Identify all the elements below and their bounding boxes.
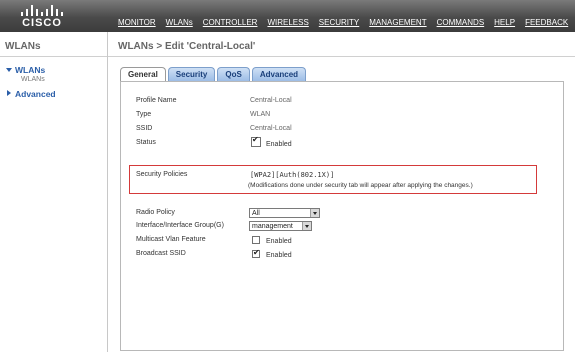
sidebar-divider	[0, 56, 107, 57]
tab-general[interactable]: General	[120, 67, 166, 82]
security-policies-note: (Modifications done under security tab w…	[248, 182, 473, 189]
top-nav: MONITOR WLANs CONTROLLER WIRELESS SECURI…	[118, 18, 575, 27]
type-label: Type	[136, 111, 152, 118]
nav-monitor[interactable]: MONITOR	[118, 18, 156, 27]
broadcast-ssid-label: Broadcast SSID	[136, 250, 186, 257]
type-value: WLAN	[250, 111, 271, 118]
multicast-enabled-label: Enabled	[266, 238, 292, 245]
cisco-logo: CISCO	[12, 3, 72, 29]
cisco-logo-bars-icon	[21, 5, 63, 16]
general-panel: Profile Name Central-Local Type WLAN SSI…	[120, 81, 564, 351]
top-header: CISCO MONITOR WLANs CONTROLLER WIRELESS …	[0, 0, 575, 32]
security-policies-value: [WPA2][Auth(802.1X)]	[250, 171, 335, 179]
nav-help[interactable]: HELP	[494, 18, 515, 27]
expanded-arrow-icon[interactable]	[6, 68, 12, 72]
nav-wlans[interactable]: WLANs	[166, 18, 193, 27]
radio-policy-select[interactable]: All	[249, 208, 320, 218]
profile-name-label: Profile Name	[136, 97, 177, 104]
collapsed-arrow-icon[interactable]	[7, 90, 11, 96]
multicast-vlan-checkbox[interactable]	[252, 236, 260, 244]
broadcast-ssid-checkbox[interactable]	[252, 248, 260, 258]
interface-label: Interface/Interface Group(G)	[136, 222, 224, 229]
ssid-value: Central-Local	[250, 125, 292, 132]
broadcast-enabled-label: Enabled	[266, 252, 292, 259]
ssid-label: SSID	[136, 125, 153, 132]
tab-advanced[interactable]: Advanced	[251, 67, 307, 81]
tab-qos[interactable]: QoS	[217, 67, 250, 81]
interface-selected: management	[252, 223, 293, 230]
sidebar-title: WLANs	[5, 41, 41, 52]
chevron-down-icon	[302, 222, 311, 230]
nav-commands[interactable]: COMMANDS	[437, 18, 485, 27]
profile-name-value: Central-Local	[250, 97, 292, 104]
nav-wireless[interactable]: WIRELESS	[267, 18, 308, 27]
nav-management[interactable]: MANAGEMENT	[369, 18, 426, 27]
security-policies-label: Security Policies	[136, 171, 188, 178]
chevron-down-icon	[310, 209, 319, 217]
main-content: WLANs > Edit 'Central-Local' General Sec…	[108, 32, 575, 352]
radio-policy-label: Radio Policy	[136, 209, 175, 216]
security-policies-highlight	[129, 165, 537, 194]
title-divider	[108, 56, 575, 57]
sidebar-subitem-wlans[interactable]: WLANs	[21, 76, 45, 83]
tab-security[interactable]: Security	[167, 67, 216, 81]
tab-bar: General Security QoS Advanced	[120, 67, 308, 82]
page-title: WLANs > Edit 'Central-Local'	[118, 41, 256, 52]
nav-security[interactable]: SECURITY	[319, 18, 359, 27]
interface-select[interactable]: management	[249, 221, 312, 231]
sidebar-item-advanced[interactable]: Advanced	[15, 89, 56, 99]
sidebar-item-wlans[interactable]: WLANs	[15, 65, 45, 75]
status-enabled-label: Enabled	[266, 141, 292, 148]
nav-feedback[interactable]: FEEDBACK	[525, 18, 568, 27]
radio-policy-selected: All	[252, 210, 260, 217]
multicast-vlan-label: Multicast Vlan Feature	[136, 236, 206, 243]
sidebar: WLANs WLANs WLANs Advanced	[0, 32, 108, 352]
status-checkbox[interactable]	[251, 135, 261, 147]
status-label: Status	[136, 139, 156, 146]
cisco-logo-text: CISCO	[22, 17, 62, 29]
nav-controller[interactable]: CONTROLLER	[203, 18, 258, 27]
